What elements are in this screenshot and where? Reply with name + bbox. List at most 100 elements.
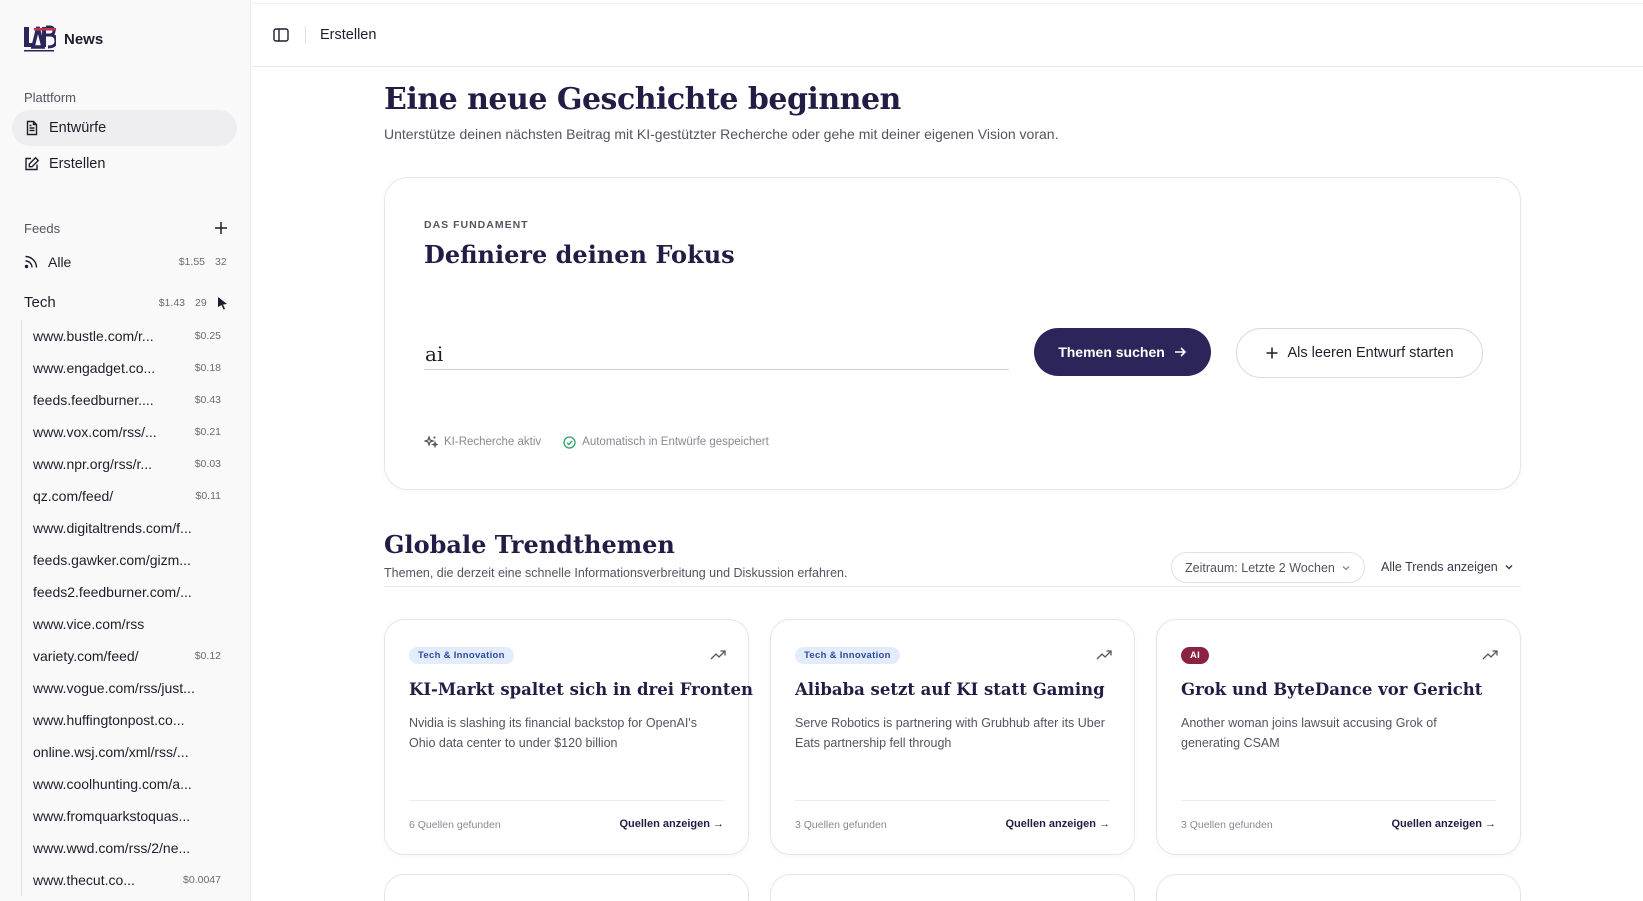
document-icon [26, 120, 38, 136]
status-ai-label: KI-Recherche aktiv [444, 436, 542, 448]
feed-item[interactable]: online.wsj.com/xml/rss/... [22, 736, 231, 768]
feed-item[interactable]: qz.com/feed/ $0.11 [22, 480, 231, 512]
feed-item[interactable]: www.digitaltrends.com/f... [22, 512, 231, 544]
timerange-select[interactable]: Zeitraum: Letzte 2 Wochen [1171, 552, 1365, 583]
search-topics-button[interactable]: Themen suchen [1034, 328, 1211, 376]
feed-item[interactable]: www.thecut.co... $0.0047 [22, 864, 231, 896]
feed-item-cost: $0.25 [194, 330, 221, 342]
feed-item-name: www.digitaltrends.com/f... [33, 520, 192, 536]
source-count: 3 Quellen gefunden [795, 819, 887, 831]
feed-item-cost: $0.12 [194, 650, 221, 662]
focus-title: Definiere deinen Fokus [424, 240, 735, 269]
feed-item[interactable]: www.engadget.co... $0.18 [22, 352, 231, 384]
empty-draft-button[interactable]: Als leeren Entwurf starten [1236, 328, 1483, 378]
plus-icon [1266, 347, 1278, 359]
feed-all[interactable]: Alle $1.55 32 [24, 254, 229, 270]
feed-item-name: www.bustle.com/r... [33, 328, 154, 344]
feed-item-name: feeds.feedburner.... [33, 392, 154, 408]
sidebar-item-label: Entwürfe [49, 120, 107, 136]
sidebar: News Plattform Entwürfe Erstellen Feeds … [0, 0, 251, 901]
trend-card[interactable]: Tech & Innovation KI-Markt spaltet sich … [384, 619, 753, 855]
feed-item[interactable]: www.coolhunting.com/a... [22, 768, 231, 800]
plus-icon [215, 222, 227, 234]
feed-item[interactable]: www.vice.com/rss [22, 608, 231, 640]
trending-up-icon [710, 650, 726, 660]
trends-header: Globale Trendthemen Themen, die derzeit … [384, 530, 1521, 587]
arrow-right-icon [1174, 347, 1186, 357]
feed-item[interactable]: feeds.feedburner.... $0.43 [22, 384, 231, 416]
all-trends-dropdown[interactable]: Alle Trends anzeigen [1381, 560, 1514, 574]
feed-item-cost: $0.0047 [183, 874, 221, 886]
feed-item[interactable]: www.huffingtonpost.co... [22, 704, 231, 736]
trend-title: Grok und ByteDance vor Gericht [1181, 680, 1483, 699]
feed-item[interactable]: www.npr.org/rss/r... $0.03 [22, 448, 231, 480]
sidebar-item-create[interactable]: Erstellen [12, 146, 237, 182]
section-label-platform: Plattform [24, 90, 77, 105]
feed-cost: $1.55 [178, 256, 205, 268]
trend-card-partial[interactable] [1156, 874, 1521, 901]
focus-eyebrow: DAS FUNDAMENT [424, 219, 529, 231]
trend-title: KI-Markt spaltet sich in drei Fronten [409, 680, 753, 699]
page-title: Eine neue Geschichte beginnen [384, 82, 901, 117]
sidebar-item-drafts[interactable]: Entwürfe [12, 110, 237, 146]
show-sources-link[interactable]: Quellen anzeigen → [1005, 818, 1110, 830]
trend-card[interactable]: AI Grok und ByteDance vor Gericht Anothe… [1156, 619, 1521, 855]
feed-item[interactable]: www.fromquarkstoquas... [22, 800, 231, 832]
trend-card-partial[interactable] [384, 874, 749, 901]
divider [409, 800, 724, 801]
search-topics-label: Themen suchen [1058, 344, 1165, 360]
divider [1181, 800, 1496, 801]
sidebar-toggle-button[interactable] [271, 25, 291, 45]
feed-item-name: www.fromquarkstoquas... [33, 808, 191, 824]
all-trends-label: Alle Trends anzeigen [1381, 560, 1498, 574]
focus-card: DAS FUNDAMENT Definiere deinen Fokus The… [384, 177, 1521, 490]
feed-item-name: qz.com/feed/ [33, 488, 114, 504]
add-feed-button[interactable] [213, 220, 229, 236]
feed-item-name: online.wsj.com/xml/rss/... [33, 744, 189, 760]
feed-item-name: www.vox.com/rss/... [33, 424, 157, 440]
feed-item-name: www.huffingtonpost.co... [33, 712, 185, 728]
show-sources-link[interactable]: Quellen anzeigen → [1391, 818, 1496, 830]
feed-count: 29 [195, 296, 207, 309]
feed-group-tech[interactable]: Tech $1.43 29 [24, 294, 229, 311]
empty-draft-label: Als leeren Entwurf starten [1287, 345, 1454, 361]
source-count: 6 Quellen gefunden [409, 819, 501, 831]
trend-card[interactable]: Tech & Innovation Alibaba setzt auf KI s… [770, 619, 1135, 855]
feed-group-label: Tech [24, 294, 56, 311]
feed-item-name: www.npr.org/rss/r... [33, 456, 153, 472]
status-saved-label: Automatisch in Entwürfe gespeichert [582, 436, 769, 448]
breadcrumb[interactable]: Erstellen [320, 27, 376, 43]
feed-item[interactable]: www.vox.com/rss/... $0.21 [22, 416, 231, 448]
status-ai-research: KI-Recherche aktiv [424, 435, 541, 449]
trending-up-icon [1096, 650, 1112, 660]
chevron-down-icon [1342, 565, 1350, 570]
divider [795, 800, 1110, 801]
category-badge: Tech & Innovation [409, 647, 514, 664]
feed-item[interactable]: variety.com/feed/ $0.12 [22, 640, 231, 672]
feed-item-cost: $0.11 [195, 490, 222, 502]
feed-label: Alle [48, 254, 72, 270]
show-sources-link[interactable]: Quellen anzeigen → [619, 818, 724, 830]
feed-item[interactable]: feeds.gawker.com/gizm... [22, 544, 231, 576]
feed-count: 32 [215, 256, 227, 268]
main-content: Eine neue Geschichte beginnen Unterstütz… [384, 82, 1521, 901]
feed-item-name: variety.com/feed/ [33, 648, 139, 664]
topic-input[interactable] [424, 338, 1009, 370]
trend-description: Another woman joins lawsuit accusing Gro… [1181, 716, 1437, 750]
sparkles-icon [424, 435, 438, 449]
feed-item[interactable]: www.bustle.com/r... $0.25 [22, 320, 231, 352]
timerange-label: Zeitraum: Letzte 2 Wochen [1185, 560, 1335, 575]
check-circle-icon [563, 435, 576, 449]
feed-item[interactable]: feeds2.feedburner.com/... [22, 576, 231, 608]
feed-item[interactable]: www.wwd.com/rss/2/ne... [22, 832, 231, 864]
rss-icon [24, 255, 38, 269]
feed-item-name: www.vice.com/rss [33, 616, 145, 632]
brand[interactable]: News [24, 24, 103, 54]
labs-logo [24, 24, 58, 54]
source-count: 3 Quellen gefunden [1181, 819, 1273, 831]
chevron-down-icon [1505, 565, 1513, 570]
trend-title: Alibaba setzt auf KI statt Gaming [795, 680, 1105, 699]
feed-item-name: www.thecut.co... [33, 872, 135, 888]
feed-item[interactable]: www.vogue.com/rss/just... [22, 672, 231, 704]
trend-card-partial[interactable] [770, 874, 1135, 901]
